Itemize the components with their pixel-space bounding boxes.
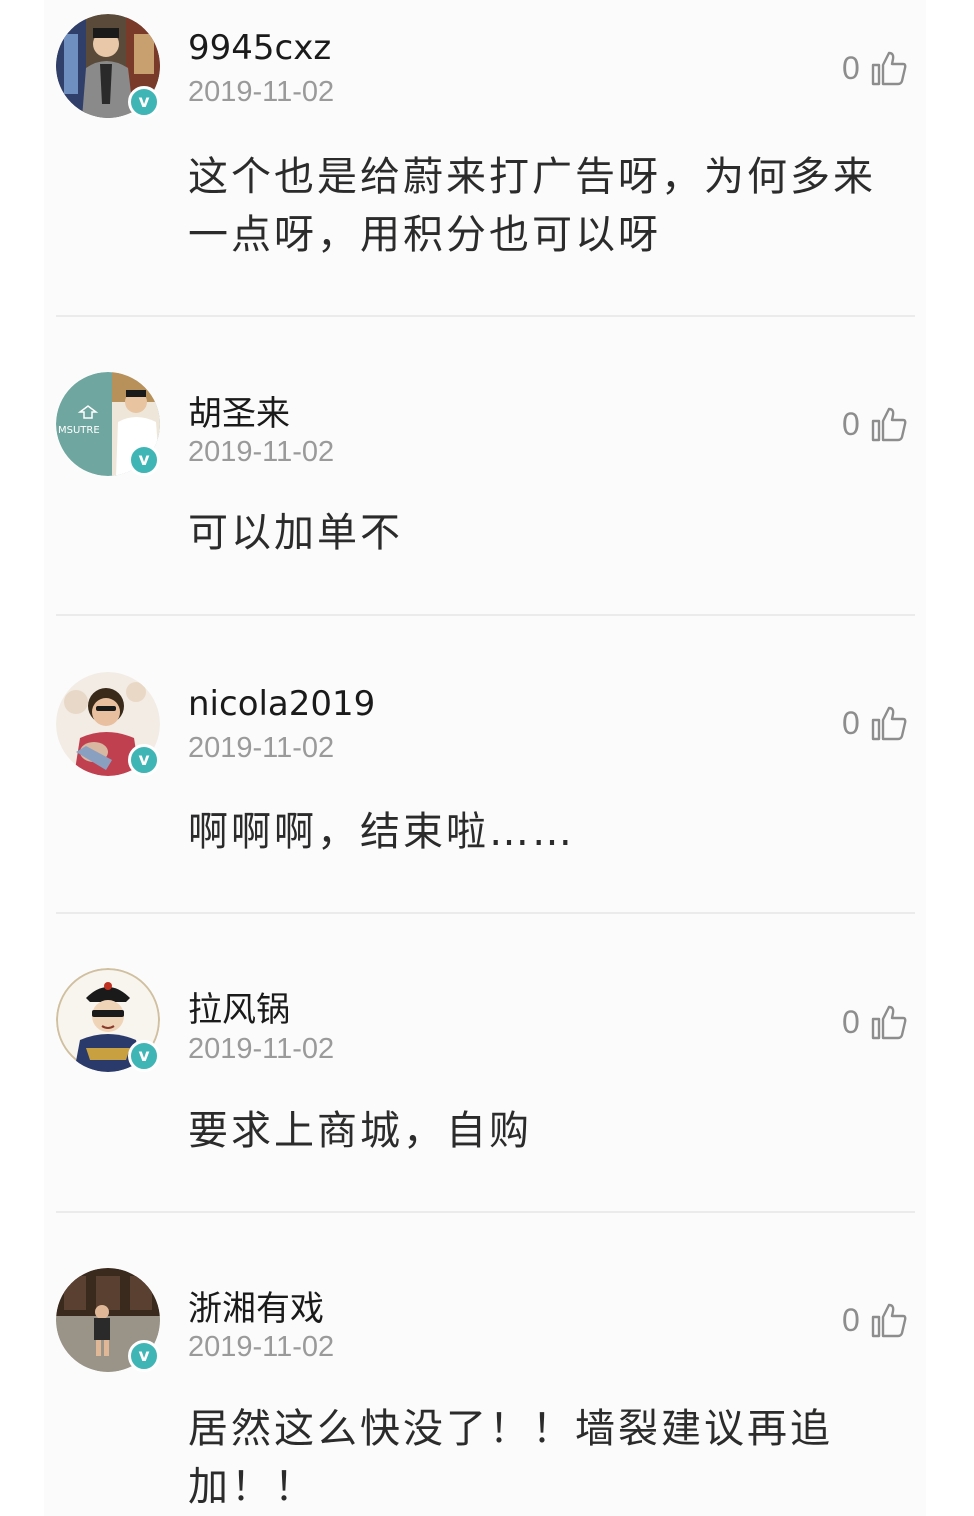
avatar-logo-text: MSUTRE — [58, 425, 100, 436]
thumbs-up-icon — [871, 407, 907, 442]
like-button[interactable]: 0 — [842, 48, 918, 88]
like-count: 0 — [842, 405, 860, 442]
verified-badge-icon: v — [128, 86, 160, 118]
comment-text: 居然这么快没了！！墙裂建议再追加！！ — [188, 1406, 833, 1510]
comment-date: 2019-11-02 — [188, 1033, 335, 1065]
verified-badge-icon: v — [128, 1340, 160, 1372]
username[interactable]: 9945cxz — [188, 28, 331, 68]
username[interactable]: 浙湘有戏 — [188, 1281, 324, 1330]
comment-page: v 9945cxz 2019-11-02 0 这个也是给蔚来打广告呀，为何多来一… — [0, 0, 974, 1516]
user-avatar[interactable]: v — [56, 672, 160, 776]
verified-badge-icon: v — [128, 744, 160, 776]
like-count: 0 — [842, 1003, 860, 1040]
like-button[interactable]: 0 — [842, 404, 918, 444]
like-count: 0 — [842, 704, 860, 741]
comment-date: 2019-11-02 — [188, 76, 335, 108]
comment-text: 要求上商城，自购 — [188, 1108, 532, 1154]
comment-date: 2019-11-02 — [188, 732, 335, 764]
user-avatar[interactable]: v — [56, 14, 160, 118]
comment-date: 2019-11-02 — [188, 436, 335, 468]
thumbs-up-icon — [871, 706, 907, 741]
thumbs-up-icon — [871, 51, 907, 86]
username[interactable]: nicola2019 — [188, 684, 375, 724]
like-count: 0 — [842, 1301, 860, 1338]
like-button[interactable]: 0 — [842, 1300, 918, 1340]
comment-text: 可以加单不 — [188, 510, 403, 556]
like-button[interactable]: 0 — [842, 703, 918, 743]
comment-text: 这个也是给蔚来打广告呀，为何多来一点呀，用积分也可以呀 — [188, 154, 876, 258]
username[interactable]: 胡圣来 — [188, 386, 290, 435]
divider — [56, 1211, 915, 1213]
verified-badge-icon: v — [128, 444, 160, 476]
user-avatar[interactable]: MSUTRE v — [56, 372, 160, 476]
like-button[interactable]: 0 — [842, 1002, 918, 1042]
like-count: 0 — [842, 49, 860, 86]
verified-badge-icon: v — [128, 1040, 160, 1072]
username[interactable]: 拉风锅 — [188, 982, 290, 1031]
divider — [56, 315, 915, 317]
comment-date: 2019-11-02 — [188, 1331, 335, 1363]
thumbs-up-icon — [871, 1005, 907, 1040]
user-avatar[interactable]: v — [56, 968, 160, 1072]
divider — [56, 614, 915, 616]
thumbs-up-icon — [871, 1303, 907, 1338]
divider — [56, 912, 915, 914]
user-avatar[interactable]: v — [56, 1268, 160, 1372]
comment-text: 啊啊啊，结束啦…… — [188, 809, 575, 855]
